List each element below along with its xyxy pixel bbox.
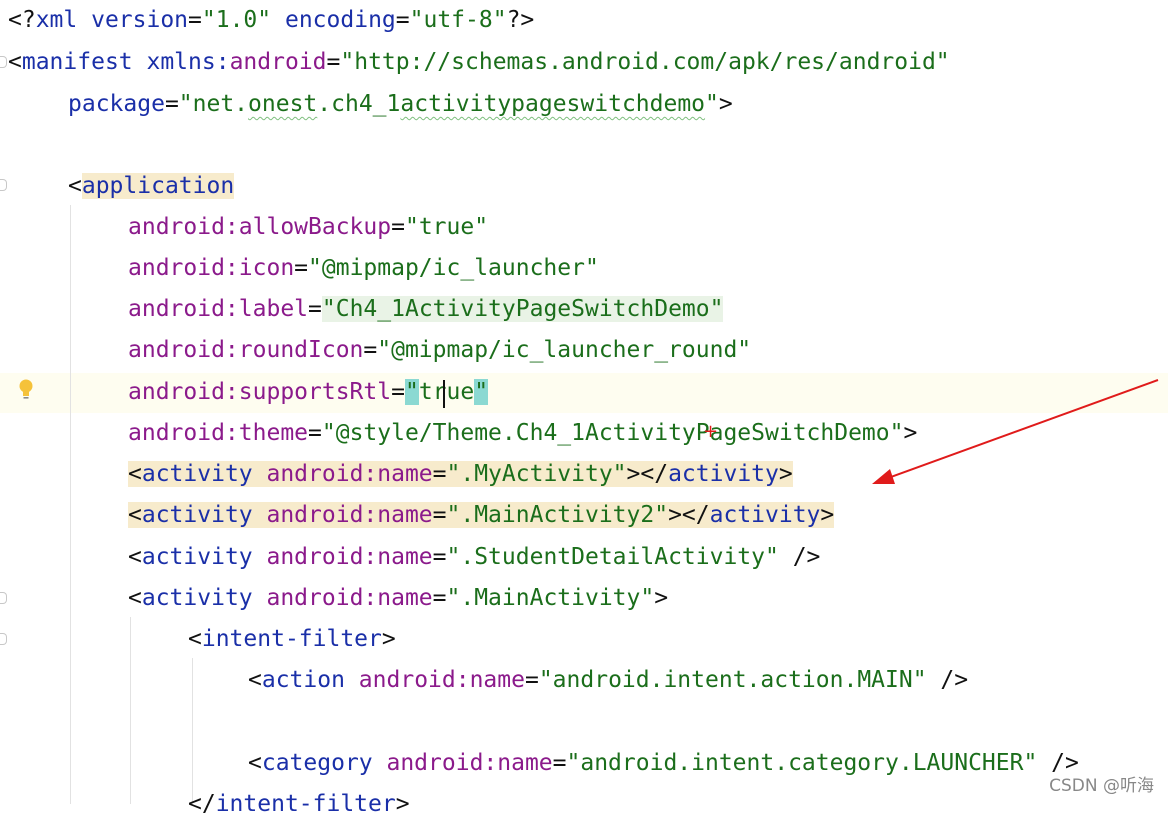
watermark: CSDN @听海 xyxy=(1049,776,1154,796)
red-arrow-annotation xyxy=(872,379,1159,484)
code-editor[interactable]: <?xml version="1.0" encoding="utf-8"?> <m… xyxy=(0,0,1168,817)
